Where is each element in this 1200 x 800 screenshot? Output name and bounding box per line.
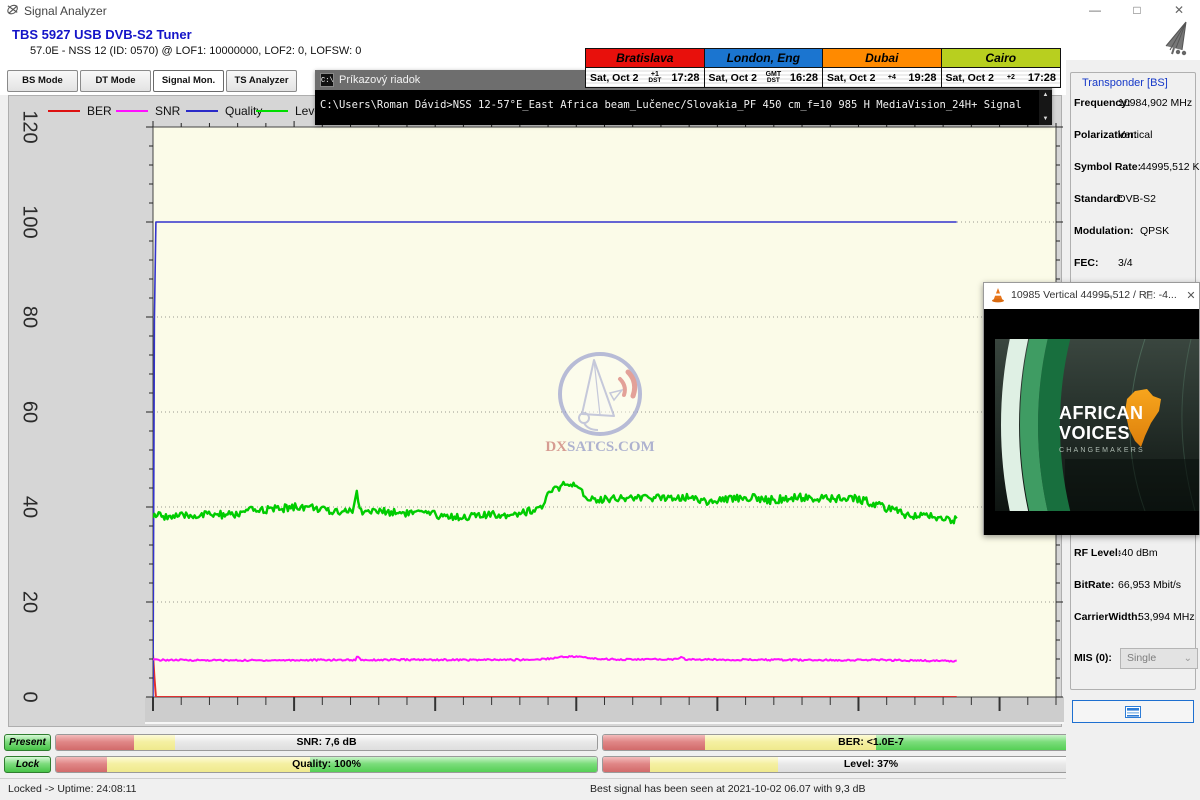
cmd-command-text: C:\Users\Roman Dávid>NSS 12-57°E_East Af…: [320, 99, 1025, 111]
tuner-subtitle: 57.0E - NSS 12 (ID: 0570) @ LOF1: 100000…: [30, 45, 361, 57]
field-mis: MIS (0): Single⌄: [1074, 652, 1196, 664]
y-tick-label: 120: [18, 110, 41, 143]
best-signal-status: Best signal has been seen at 2021-10-02 …: [590, 783, 866, 795]
present-button[interactable]: Present: [4, 734, 51, 751]
level-line-swatch: [256, 110, 288, 112]
maximize-icon[interactable]: □: [1116, 0, 1158, 22]
bs-mode-button[interactable]: BS Mode: [7, 70, 78, 92]
field-frequency: Frequency:10984,902 MHz: [1074, 97, 1196, 109]
app-icon: [6, 3, 21, 18]
african-voices-frame: AFRICAN VOICES CHANGEMAKERS: [995, 339, 1199, 511]
svg-text:DXSATCS.COM: DXSATCS.COM: [545, 439, 654, 455]
level-bar: Level: 37%: [602, 756, 1140, 773]
snr-line-swatch: [116, 110, 148, 112]
vlc-video-window: 10985 Vertical 44995,512 / RF: -4... — □…: [983, 282, 1200, 535]
cmd-title-text: Príkazový riadok: [339, 74, 420, 86]
ber-line-swatch: [48, 110, 80, 112]
dt-mode-button[interactable]: DT Mode: [80, 70, 151, 92]
statusbar: Locked -> Uptime: 24:08:11 Best signal h…: [0, 778, 1200, 800]
cmd-scrollbar[interactable]: ▲ ▼: [1039, 90, 1052, 125]
legend-ber: BER: [48, 103, 112, 119]
y-tick-label: 20: [18, 591, 41, 613]
field-fec: FEC:3/4: [1074, 257, 1196, 269]
quality-bar: Quality: 100%: [55, 756, 598, 773]
window-title: Signal Analyzer: [24, 4, 107, 18]
vlc-cone-icon: [991, 288, 1005, 303]
field-bitrate: BitRate:66,953 Mbit/s: [1074, 579, 1196, 591]
ts-stream-button[interactable]: [1072, 700, 1194, 723]
field-rf-level: RF Level:-40 dBm: [1074, 547, 1196, 559]
clock-dubai: Dubai Sat, Oct 2+419:28: [823, 49, 942, 87]
y-tick-label: 100: [18, 205, 41, 238]
titlebar: Signal Analyzer — □ ✕: [0, 0, 1200, 22]
close-icon[interactable]: ✕: [1158, 0, 1200, 22]
minimize-icon[interactable]: —: [1074, 0, 1116, 22]
field-symbol-rate: Symbol Rate:44995,512 KS/s: [1074, 161, 1196, 173]
scroll-up-icon[interactable]: ▲: [1039, 90, 1052, 101]
signal-analyzer-window: Signal Analyzer — □ ✕ TBS 5927 USB DVB-S…: [0, 0, 1200, 800]
legend-level: Level: [256, 103, 324, 119]
tuner-title: TBS 5927 USB DVB-S2 Tuner: [12, 27, 192, 42]
field-modulation: Modulation:QPSK: [1074, 225, 1196, 237]
lock-uptime-status: Locked -> Uptime: 24:08:11: [8, 783, 137, 795]
ts-analyzer-button[interactable]: TS Analyzer (OK): [226, 70, 297, 92]
cmd-icon: C:\: [320, 73, 334, 87]
vlc-maximize-icon[interactable]: □: [1134, 285, 1164, 307]
svg-text:AFRICAN: AFRICAN: [1059, 403, 1144, 423]
cmd-console: C:\Users\Roman Dávid>NSS 12-57°E_East Af…: [315, 90, 1052, 125]
quality-line-swatch: [186, 110, 218, 112]
svg-text:CHANGEMAKERS: CHANGEMAKERS: [1059, 447, 1145, 454]
y-tick-label: 60: [18, 401, 41, 423]
y-tick-label: 0: [18, 691, 41, 702]
chevron-down-icon: ⌄: [1184, 649, 1192, 668]
satellite-dish-icon: [1156, 20, 1194, 56]
lock-button[interactable]: Lock: [4, 756, 51, 773]
field-polarization: Polarization:Vertical: [1074, 129, 1196, 141]
signal-chart-panel: BER SNR Quality Level 120 100 80 60 40 20 0: [8, 95, 1062, 727]
y-tick-label: 80: [18, 306, 41, 328]
signal-mon-button[interactable]: Signal Mon.: [153, 70, 224, 92]
ts-packets-icon: [1125, 706, 1141, 718]
clock-cairo: Cairo Sat, Oct 2+217:28: [942, 49, 1061, 87]
field-carrier-width: CarrierWidth:53,994 MHz: [1074, 611, 1196, 623]
snr-bar: SNR: 7,6 dB: [55, 734, 598, 751]
mis-dropdown[interactable]: Single⌄: [1120, 648, 1198, 669]
clock-bratislava: Bratislava Sat, Oct 2+1DST17:28: [586, 49, 705, 87]
world-clocks: Bratislava Sat, Oct 2+1DST17:28 London, …: [585, 48, 1061, 88]
y-tick-label: 40: [18, 496, 41, 518]
dxsatcs-watermark: DXSATCS.COM: [538, 348, 662, 460]
clock-london: London, Eng Sat, Oct 2GMTDST16:28: [705, 49, 824, 87]
ber-bar: BER: <1.0E-7: [602, 734, 1140, 751]
legend-snr: SNR: [116, 103, 180, 119]
vlc-titlebar[interactable]: 10985 Vertical 44995,512 / RF: -4... — □…: [984, 283, 1199, 309]
scroll-down-icon[interactable]: ▼: [1039, 114, 1052, 125]
vlc-close-icon[interactable]: ✕: [1176, 285, 1200, 307]
transponder-group-title: Transponder [BS]: [1079, 77, 1171, 89]
svg-text:VOICES: VOICES: [1059, 423, 1130, 443]
legend-quality: Quality: [186, 103, 262, 119]
vlc-minimize-icon[interactable]: —: [1092, 285, 1122, 307]
field-standard: Standard:DVB-S2: [1074, 193, 1196, 205]
vlc-video-area: AFRICAN VOICES CHANGEMAKERS: [984, 309, 1199, 535]
